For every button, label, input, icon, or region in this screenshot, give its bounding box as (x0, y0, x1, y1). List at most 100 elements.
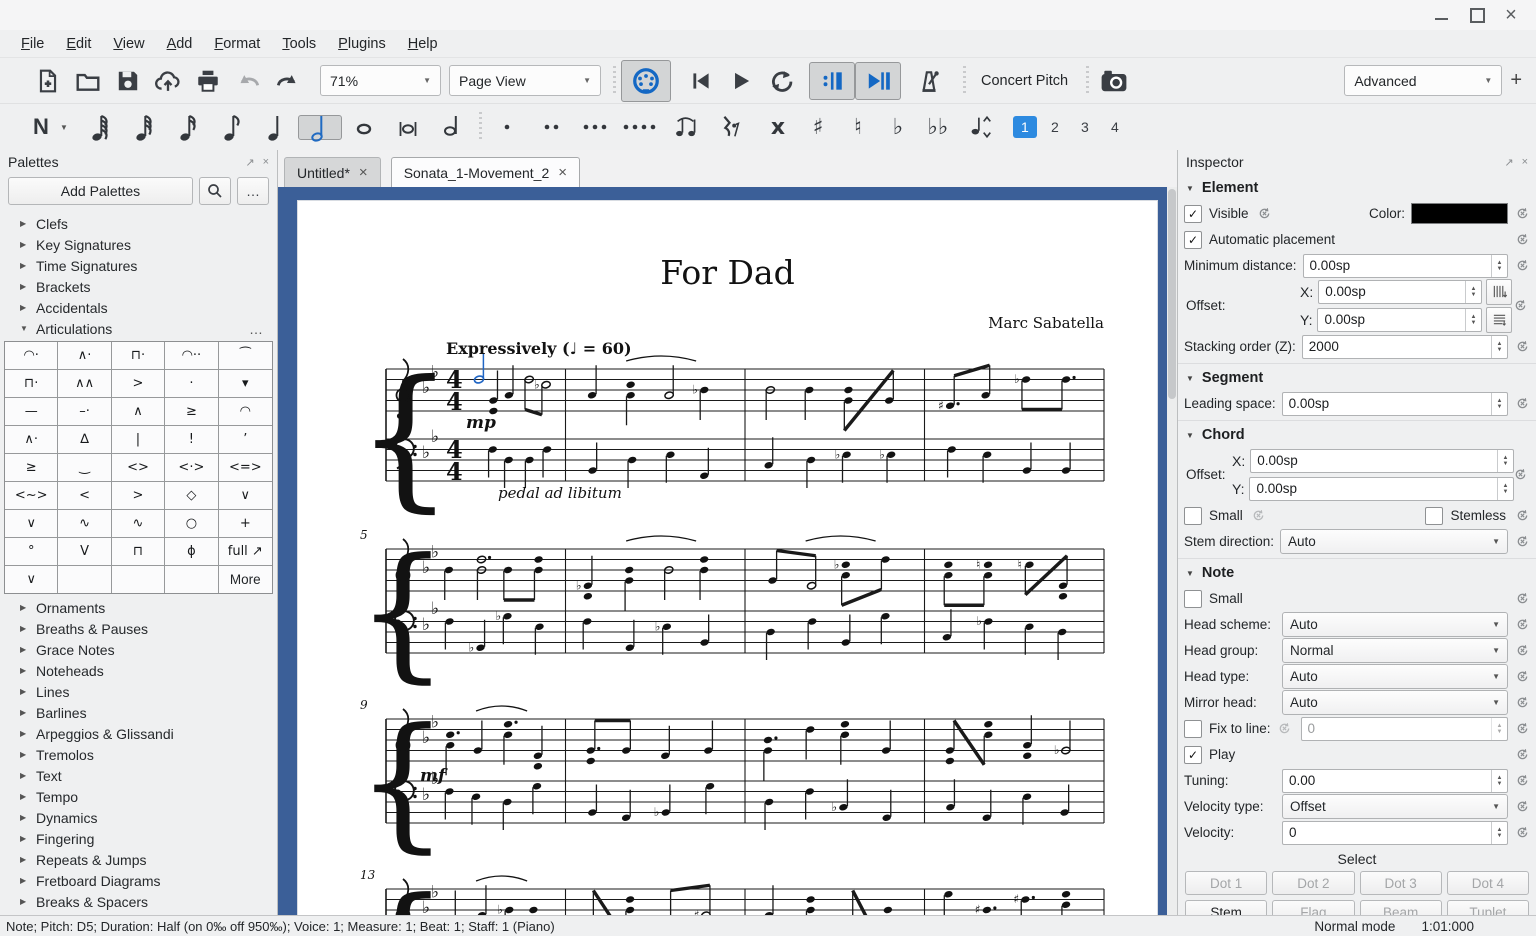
stem-direction-select[interactable]: Auto▼ (1280, 529, 1508, 554)
palette-item-arpeggios-glissandi[interactable]: ▶Arpeggios & Glissandi (0, 723, 277, 744)
offset-x-spinbox[interactable]: 0.00sp▲▼ (1318, 280, 1482, 304)
articulation-cell[interactable]: –· (58, 398, 111, 426)
score-canvas[interactable]: {♭♭♭♭4444♭♭♭♭♯♭{♭♭♭♭5♭♭♭♭♭♮♭♮{♭♭♭♭9♭♭♭{♭… (278, 187, 1167, 915)
play-repeats-toggle[interactable] (809, 62, 855, 100)
fix-to-line-checkbox[interactable] (1184, 720, 1202, 738)
reset-icon[interactable] (1512, 466, 1528, 482)
articulation-cell[interactable] (112, 566, 165, 593)
reset-icon[interactable] (1514, 232, 1530, 248)
articulation-cell[interactable] (165, 566, 218, 593)
reset-icon[interactable] (1514, 721, 1530, 737)
reset-icon[interactable] (1514, 534, 1530, 550)
dynamic-mp[interactable]: mp (466, 413, 496, 433)
16th-note-button[interactable] (166, 108, 210, 146)
flip-direction-button[interactable] (958, 108, 1002, 146)
tab-sonata[interactable]: Sonata_1-Movement_2× (391, 157, 580, 187)
palette-item-noteheads[interactable]: ▶Noteheads (0, 660, 277, 681)
stacking-order-spinbox[interactable]: 2000▲▼ (1302, 335, 1508, 359)
articulation-cell[interactable]: > (112, 482, 165, 510)
reset-icon[interactable] (1514, 617, 1530, 633)
reset-icon[interactable] (1251, 508, 1267, 524)
auto-placement-checkbox[interactable]: ✓ (1184, 231, 1202, 249)
reset-icon[interactable] (1514, 643, 1530, 659)
head-group-select[interactable]: Normal▼ (1282, 638, 1508, 663)
whole-note-button[interactable] (342, 108, 386, 146)
add-workspace-button[interactable]: + (1502, 69, 1530, 92)
tie-button[interactable] (664, 108, 708, 146)
articulation-cell[interactable]: ○ (165, 510, 218, 538)
menu-view[interactable]: View (102, 36, 155, 52)
articulation-cell[interactable]: ◇ (165, 482, 218, 510)
score-title[interactable]: For Dad (298, 253, 1157, 292)
menu-tools[interactable]: Tools (271, 36, 327, 52)
augmentation-dot-2-button[interactable] (532, 108, 576, 146)
tempo-marking[interactable]: Expressively (♩ = 60) (446, 339, 632, 358)
palette-item-brackets[interactable]: ▶Brackets (0, 276, 277, 297)
menu-help[interactable]: Help (397, 36, 449, 52)
longa-note-button[interactable] (430, 108, 474, 146)
articulation-cell[interactable]: ∧ (112, 398, 165, 426)
articulation-cell[interactable]: ! (165, 426, 218, 454)
articulation-cell[interactable]: ɸ (165, 538, 218, 566)
palette-item-key-signatures[interactable]: ▶Key Signatures (0, 234, 277, 255)
pan-playback-toggle[interactable] (855, 62, 901, 100)
play-checkbox[interactable]: ✓ (1184, 746, 1202, 764)
augmentation-dot-3-button[interactable] (576, 108, 620, 146)
head-type-select[interactable]: Auto▼ (1282, 664, 1508, 689)
offset-y-spinbox[interactable]: 0.00sp▲▼ (1317, 308, 1482, 332)
select-dot-4-button[interactable]: Dot 4 (1447, 871, 1529, 895)
score-page[interactable]: {♭♭♭♭4444♭♭♭♭♯♭{♭♭♭♭5♭♭♭♭♭♮♭♮{♭♭♭♭9♭♭♭{♭… (297, 200, 1158, 915)
articulation-cell[interactable]: full ↗ (219, 538, 272, 566)
palette-item-text[interactable]: ▶Text (0, 765, 277, 786)
articulation-cell[interactable]: ’ (219, 426, 272, 454)
close-icon[interactable]: × (1496, 0, 1526, 30)
reset-icon[interactable] (1257, 206, 1273, 222)
articulation-cell[interactable]: ∨ (5, 566, 58, 593)
select-dot-3-button[interactable]: Dot 3 (1360, 871, 1442, 895)
open-file-button[interactable] (68, 63, 108, 99)
reset-icon[interactable] (1514, 669, 1530, 685)
articulation-cell[interactable]: <·> (165, 454, 218, 482)
workspace-select[interactable]: Advanced▼ (1344, 65, 1502, 96)
reset-icon[interactable] (1514, 747, 1530, 763)
articulation-cell[interactable]: <~> (5, 482, 58, 510)
palette-item-dynamics[interactable]: ▶Dynamics (0, 807, 277, 828)
snap-horizontal-grid-button[interactable] (1486, 279, 1512, 305)
articulation-cell[interactable]: + (219, 510, 272, 538)
note-input-mode-button[interactable]: N (24, 108, 58, 146)
quarter-note-button[interactable] (254, 108, 298, 146)
reset-icon[interactable] (1514, 591, 1530, 607)
select-dot-2-button[interactable]: Dot 2 (1272, 871, 1354, 895)
voice-3-button[interactable]: 3 (1073, 116, 1097, 138)
augmentation-dot-1-button[interactable] (488, 108, 532, 146)
palette-item-ornaments[interactable]: ▶Ornaments (0, 597, 277, 618)
search-palettes-button[interactable] (199, 177, 231, 205)
rest-button[interactable] (708, 108, 752, 146)
undo-button[interactable] (228, 63, 268, 99)
canvas-scrollbar[interactable] (1167, 187, 1177, 915)
view-mode-select[interactable]: Page View▼ (449, 65, 601, 96)
upload-online-button[interactable] (148, 63, 188, 99)
velocity-type-select[interactable]: Offset▼ (1282, 794, 1508, 819)
reset-icon[interactable] (1514, 396, 1530, 412)
palette-item-breaths-pauses[interactable]: ▶Breaths & Pauses (0, 618, 277, 639)
float-panel-icon[interactable]: ↗ (1504, 156, 1513, 169)
half-note-button[interactable] (298, 115, 342, 140)
midi-input-toggle[interactable] (621, 60, 671, 102)
palette-item-clefs[interactable]: ▶Clefs (0, 213, 277, 234)
articulation-cell[interactable]: ⁀ (219, 342, 272, 370)
maximize-icon[interactable] (1462, 0, 1492, 30)
eighth-note-button[interactable] (210, 108, 254, 146)
section-note[interactable]: ▼ Note (1178, 558, 1536, 585)
voice-1-button[interactable]: 1 (1013, 116, 1037, 138)
articulation-cell[interactable]: · (165, 370, 218, 398)
articulation-cell[interactable]: ◠ (219, 398, 272, 426)
palette-more-button[interactable]: More (219, 566, 272, 593)
articulation-cell[interactable]: ≥ (165, 398, 218, 426)
articulation-cell[interactable]: <> (112, 454, 165, 482)
reset-icon[interactable] (1514, 508, 1530, 524)
head-scheme-select[interactable]: Auto▼ (1282, 612, 1508, 637)
32nd-note-button[interactable] (122, 108, 166, 146)
section-segment[interactable]: ▼ Segment (1178, 363, 1536, 390)
palette-item-fingering[interactable]: ▶Fingering (0, 828, 277, 849)
